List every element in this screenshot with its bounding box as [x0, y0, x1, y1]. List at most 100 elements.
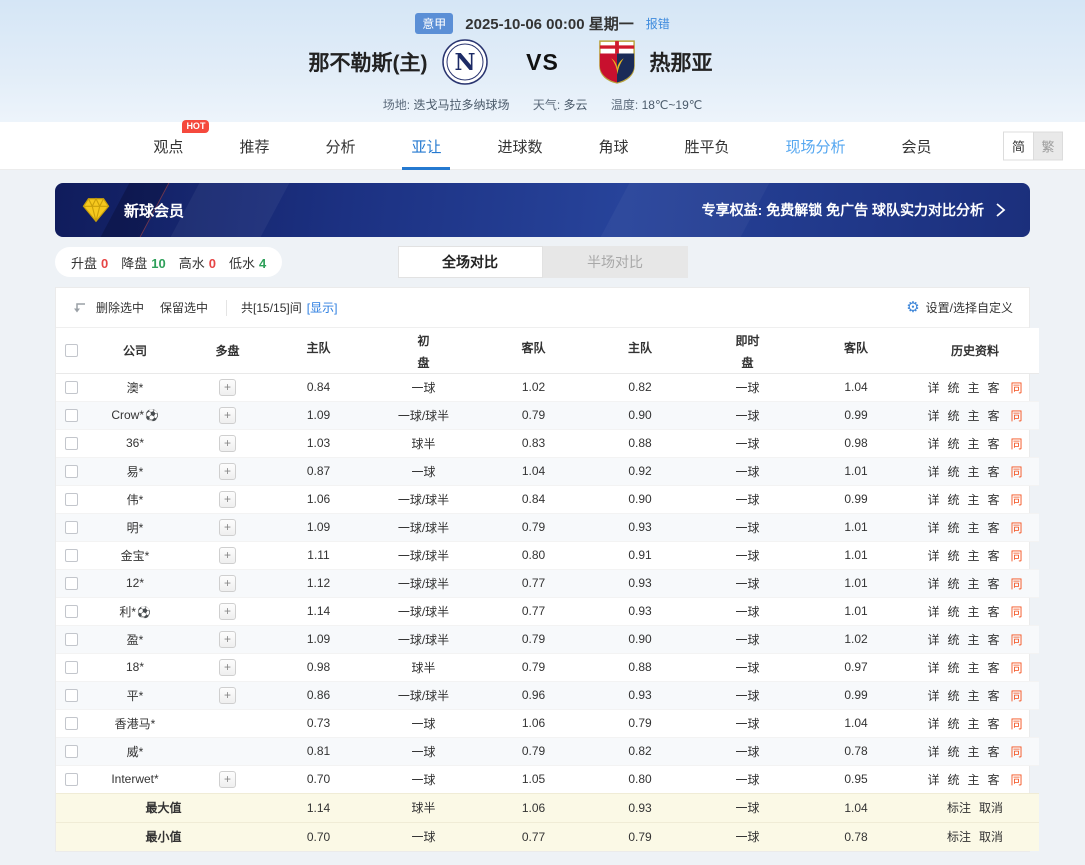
- row-checkbox[interactable]: [64, 437, 78, 451]
- same-odds-link[interactable]: 同: [1011, 661, 1023, 675]
- row-checkbox[interactable]: [64, 521, 78, 535]
- history-link[interactable]: 主: [967, 745, 979, 759]
- company-name[interactable]: 易*: [127, 465, 144, 479]
- company-name[interactable]: 伟*: [127, 493, 144, 507]
- company-name[interactable]: Interwet*: [111, 772, 158, 786]
- history-link[interactable]: 主: [967, 521, 979, 535]
- full-match-tab[interactable]: 全场对比: [397, 246, 543, 278]
- history-link[interactable]: 详: [927, 661, 939, 675]
- company-name[interactable]: 威*: [127, 745, 144, 759]
- half-match-tab[interactable]: 半场对比: [542, 246, 688, 278]
- history-link[interactable]: 详: [927, 689, 939, 703]
- history-link[interactable]: 客: [988, 773, 1000, 787]
- nav-tab[interactable]: 分析: [321, 122, 359, 170]
- company-name[interactable]: 36*: [126, 436, 144, 450]
- same-odds-link[interactable]: 同: [1011, 493, 1023, 507]
- history-link[interactable]: 统: [947, 605, 959, 619]
- expand-multi-odds-button[interactable]: +: [219, 434, 236, 452]
- history-link[interactable]: 统: [947, 493, 959, 507]
- company-name[interactable]: 12*: [126, 576, 144, 590]
- history-link[interactable]: 详: [927, 773, 939, 787]
- history-link[interactable]: 主: [967, 689, 979, 703]
- history-link[interactable]: 详: [927, 745, 939, 759]
- history-link[interactable]: 统: [947, 521, 959, 535]
- history-link[interactable]: 客: [988, 521, 1000, 535]
- vip-membership-banner[interactable]: 新球会员 专享权益: 免费解锁 免广告 球队实力对比分析: [55, 183, 1030, 237]
- history-link[interactable]: 统: [947, 717, 959, 731]
- row-checkbox[interactable]: [64, 661, 78, 675]
- row-checkbox[interactable]: [64, 717, 78, 731]
- expand-multi-odds-button[interactable]: +: [219, 406, 236, 424]
- row-checkbox[interactable]: [64, 633, 78, 647]
- same-odds-link[interactable]: 同: [1011, 577, 1023, 591]
- same-odds-link[interactable]: 同: [1011, 381, 1023, 395]
- history-link[interactable]: 统: [947, 577, 959, 591]
- history-link[interactable]: 客: [988, 381, 1000, 395]
- nav-tab[interactable]: 角球: [595, 122, 633, 170]
- expand-multi-odds-button[interactable]: +: [219, 658, 236, 676]
- history-link[interactable]: 详: [927, 437, 939, 451]
- history-link[interactable]: 客: [988, 437, 1000, 451]
- same-odds-link[interactable]: 同: [1011, 717, 1023, 731]
- history-link[interactable]: 统: [947, 465, 959, 479]
- nav-tab[interactable]: 进球数: [493, 122, 546, 170]
- summary-link[interactable]: 取消: [979, 801, 1003, 815]
- history-link[interactable]: 主: [967, 717, 979, 731]
- history-link[interactable]: 统: [947, 661, 959, 675]
- company-name[interactable]: 盈*: [127, 633, 144, 647]
- row-checkbox[interactable]: [64, 381, 78, 395]
- expand-multi-odds-button[interactable]: +: [219, 602, 236, 620]
- nav-tab[interactable]: 现场分析: [782, 122, 850, 170]
- report-error-link[interactable]: 报错: [646, 15, 670, 32]
- company-name[interactable]: 18*: [126, 660, 144, 674]
- select-all-checkbox[interactable]: [64, 344, 78, 358]
- history-link[interactable]: 客: [988, 577, 1000, 591]
- same-odds-link[interactable]: 同: [1011, 409, 1023, 423]
- same-odds-link[interactable]: 同: [1011, 605, 1023, 619]
- expand-multi-odds-button[interactable]: +: [219, 518, 236, 536]
- history-link[interactable]: 主: [967, 465, 979, 479]
- lang-simplified-button[interactable]: 简: [1004, 132, 1033, 159]
- nav-tab[interactable]: 会员: [898, 122, 936, 170]
- history-link[interactable]: 详: [927, 549, 939, 563]
- history-link[interactable]: 统: [947, 437, 959, 451]
- history-link[interactable]: 客: [988, 633, 1000, 647]
- history-link[interactable]: 客: [988, 605, 1000, 619]
- summary-link[interactable]: 取消: [979, 830, 1003, 844]
- row-checkbox[interactable]: [64, 689, 78, 703]
- same-odds-link[interactable]: 同: [1011, 437, 1023, 451]
- nav-tab[interactable]: 推荐: [235, 122, 273, 170]
- row-checkbox[interactable]: [64, 549, 78, 563]
- row-checkbox[interactable]: [64, 577, 78, 591]
- history-link[interactable]: 客: [988, 493, 1000, 507]
- history-link[interactable]: 主: [967, 549, 979, 563]
- expand-multi-odds-button[interactable]: +: [219, 630, 236, 648]
- history-link[interactable]: 详: [927, 493, 939, 507]
- history-link[interactable]: 主: [967, 633, 979, 647]
- history-link[interactable]: 客: [988, 745, 1000, 759]
- history-link[interactable]: 客: [988, 409, 1000, 423]
- row-checkbox[interactable]: [64, 465, 78, 479]
- history-link[interactable]: 详: [927, 465, 939, 479]
- company-name[interactable]: 澳*: [127, 381, 144, 395]
- expand-multi-odds-button[interactable]: +: [219, 574, 236, 592]
- history-link[interactable]: 主: [967, 381, 979, 395]
- settings-customize-button[interactable]: ⚙ 设置/选择自定义: [906, 299, 1013, 316]
- row-checkbox[interactable]: [64, 409, 78, 423]
- expand-multi-odds-button[interactable]: +: [219, 686, 236, 704]
- history-link[interactable]: 主: [967, 773, 979, 787]
- company-name[interactable]: 利*: [119, 605, 136, 619]
- history-link[interactable]: 主: [967, 409, 979, 423]
- history-link[interactable]: 主: [967, 661, 979, 675]
- history-link[interactable]: 统: [947, 633, 959, 647]
- company-name[interactable]: 金宝*: [121, 549, 150, 563]
- expand-multi-odds-button[interactable]: +: [219, 490, 236, 508]
- history-link[interactable]: 客: [988, 549, 1000, 563]
- history-link[interactable]: 详: [927, 577, 939, 591]
- nav-tab[interactable]: 观点 HOT: [149, 119, 210, 170]
- history-link[interactable]: 客: [988, 661, 1000, 675]
- lang-traditional-button[interactable]: 繁: [1033, 132, 1062, 159]
- history-link[interactable]: 统: [947, 549, 959, 563]
- same-odds-link[interactable]: 同: [1011, 633, 1023, 647]
- nav-tab[interactable]: 胜平负: [681, 122, 734, 170]
